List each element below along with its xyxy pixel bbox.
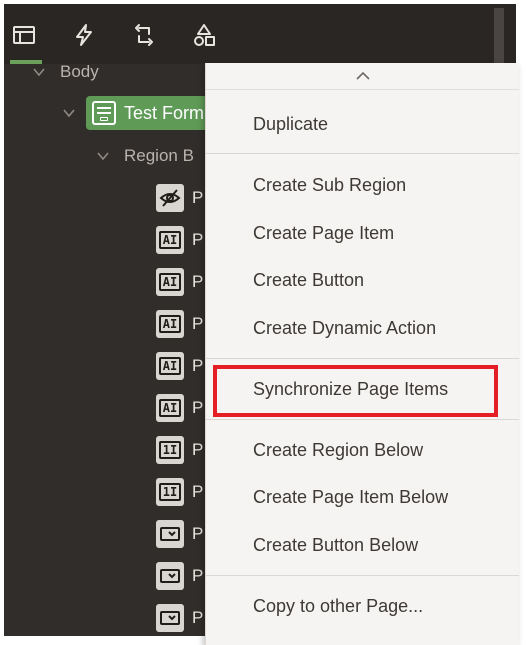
hidden-eye-icon [156,184,184,212]
shapes-icon[interactable] [188,18,220,52]
tree-node-test-form[interactable]: Test Form [86,96,215,130]
text-field-icon: AI [156,226,184,254]
tree-item-label: P [192,440,204,459]
tree-item-text[interactable]: AI P [156,393,203,423]
tree-node-label: Region B [124,146,194,165]
menu-separator [206,153,519,154]
form-region-icon [92,101,116,125]
chevron-down-icon[interactable] [32,65,46,79]
menu-item-duplicate[interactable]: Duplicate [206,100,519,148]
tree-item-hidden[interactable]: P [156,183,203,213]
text-field-icon: AI [156,394,184,422]
tree-item-label: P [192,524,204,543]
chevron-up-icon[interactable] [355,71,371,81]
tree-item-label: P [192,566,204,585]
menu-item-create-button[interactable]: Create Button [206,256,519,304]
menu-item-create-button-below[interactable]: Create Button Below [206,521,519,569]
tree-item-text[interactable]: AI P [156,309,203,339]
tree-item-text[interactable]: AI P [156,267,203,297]
menu-item-create-region-below[interactable]: Create Region Below [206,426,519,474]
number-field-icon: 1I [156,436,184,464]
chevron-down-icon[interactable] [96,149,110,163]
tree-item-label: P [192,314,204,333]
tree-node-body[interactable]: Body [32,56,99,88]
tree-item-select[interactable]: P [156,519,203,549]
lightning-icon[interactable] [68,18,100,52]
highlight-box [213,365,498,417]
menu-item-create-sub-region[interactable]: Create Sub Region [206,161,519,209]
tree-item-select[interactable]: P [156,561,203,591]
tree-item-text[interactable]: AI P [156,351,203,381]
text-field-icon: AI [156,352,184,380]
tree-item-text[interactable]: AI P [156,225,203,255]
tree-item-select[interactable]: P [156,603,203,633]
tree-node-label: Body [60,62,99,81]
menu-separator [206,575,519,576]
number-field-icon: 1I [156,478,184,506]
menu-item-copy-to-other-page[interactable]: Copy to other Page... [206,582,519,630]
select-list-icon [156,562,184,590]
menu-item-create-dynamic-action[interactable]: Create Dynamic Action [206,304,519,352]
tree-item-label: P [192,398,204,417]
scrollbar-thumb[interactable] [494,8,504,68]
rendering-tree-icon[interactable] [8,18,40,52]
tree-item-label: P [192,482,204,501]
tree-node-label: Test Form [124,102,205,123]
context-menu: Duplicate Create Sub Region Create Page … [205,63,519,645]
menu-scroll-up[interactable] [206,63,519,90]
menu-separator [206,419,519,420]
text-field-icon: AI [156,310,184,338]
refresh-loop-icon[interactable] [128,18,160,52]
tree-item-label: P [192,608,204,627]
tree-item-label: P [192,272,204,291]
menu-item-create-page-item[interactable]: Create Page Item [206,209,519,257]
select-list-icon [156,604,184,632]
text-field-icon: AI [156,268,184,296]
toolbar [4,4,516,64]
menu-item-create-page-item-below[interactable]: Create Page Item Below [206,473,519,521]
tree-item-label: P [192,356,204,375]
tree-item-number[interactable]: 1I P [156,435,203,465]
select-list-icon [156,520,184,548]
tree-node-region-body[interactable]: Region B [96,140,194,172]
menu-separator [206,358,519,359]
tree-item-label: P [192,230,204,249]
tree-item-number[interactable]: 1I P [156,477,203,507]
chevron-down-icon[interactable] [62,106,76,120]
tree-item-label: P [192,188,204,207]
